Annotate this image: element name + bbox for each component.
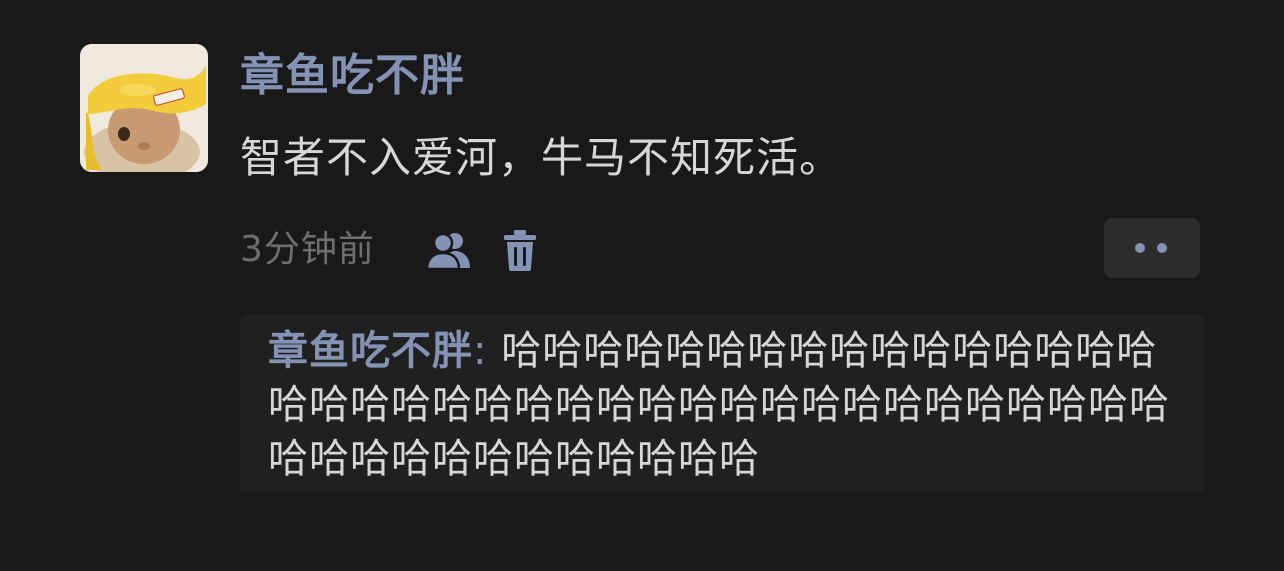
comment-author-name[interactable]: 章鱼吃不胖	[268, 328, 473, 374]
comment-separator: :	[473, 328, 502, 374]
moment-post: 章鱼吃不胖 智者不入爱河，牛马不知死活。 3分钟前 章鱼吃不胖: 哈哈哈哈哈哈哈…	[0, 0, 1284, 571]
post-timestamp: 3分钟前	[240, 229, 375, 270]
more-actions-button[interactable]	[1104, 218, 1200, 278]
post-meta-row: 3分钟前	[240, 218, 1200, 278]
banana-hat-bunny-avatar-image	[80, 44, 208, 172]
avatar[interactable]	[80, 44, 208, 172]
post-text: 智者不入爱河，牛马不知死活。	[240, 133, 843, 182]
post-author-name[interactable]: 章鱼吃不胖	[240, 46, 465, 106]
comment-item: 章鱼吃不胖: 哈哈哈哈哈哈哈哈哈哈哈哈哈哈哈哈哈哈哈哈哈哈哈哈哈哈哈哈哈哈哈哈哈…	[268, 324, 1188, 486]
more-dots-icon	[1135, 243, 1145, 253]
comment-section: 章鱼吃不胖: 哈哈哈哈哈哈哈哈哈哈哈哈哈哈哈哈哈哈哈哈哈哈哈哈哈哈哈哈哈哈哈哈哈…	[240, 314, 1204, 492]
people-icon	[425, 230, 472, 271]
trash-icon[interactable]	[502, 228, 538, 272]
more-dots-icon	[1157, 243, 1167, 253]
